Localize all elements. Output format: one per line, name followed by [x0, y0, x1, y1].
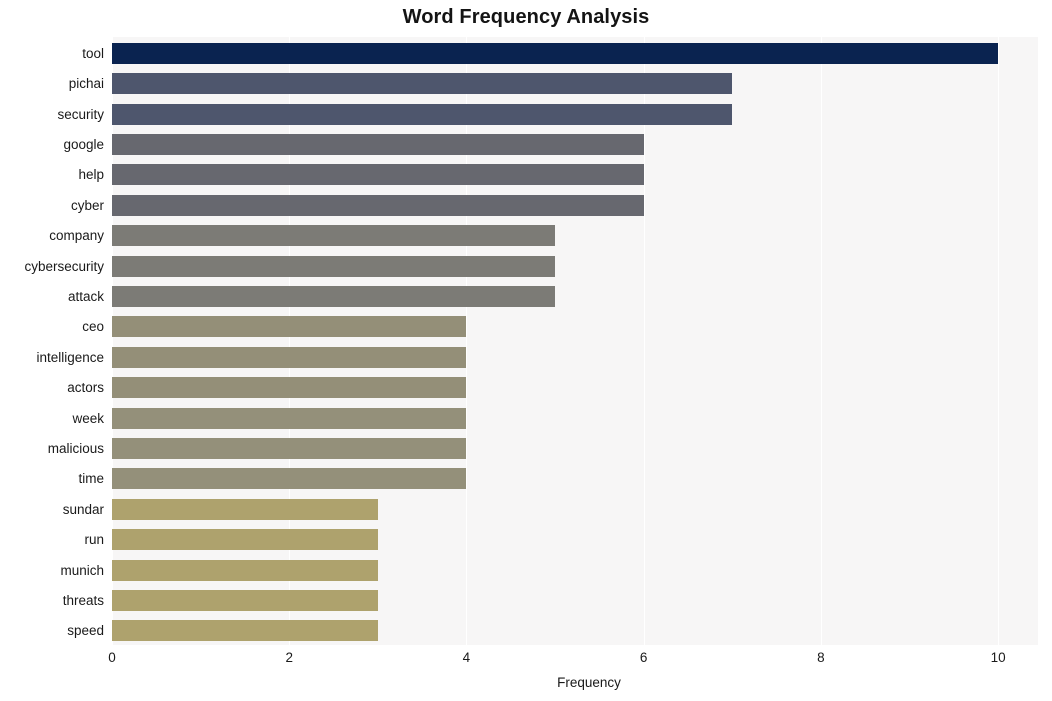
bar-pichai	[112, 73, 733, 95]
bar-row	[112, 468, 1038, 490]
y-tick-attack: attack	[67, 288, 104, 304]
x-axis-title: Frequency	[0, 675, 1052, 690]
bar-run	[112, 529, 378, 551]
x-tick-6: 6	[639, 650, 648, 665]
y-axis-tick-labels: tool pichai security google help cyber company…	[0, 37, 104, 645]
y-tick-tool: tool	[82, 45, 104, 61]
bar-cybersecurity	[112, 255, 556, 277]
y-tick-threats: threats	[62, 592, 104, 608]
bar-actors	[112, 377, 467, 399]
bar-row	[112, 529, 1038, 551]
bar-google	[112, 133, 644, 155]
y-tick-malicious: malicious	[47, 440, 104, 456]
bar-ceo	[112, 316, 467, 338]
bar-threats	[112, 589, 378, 611]
x-tick-10: 10	[990, 650, 1006, 665]
y-tick-week: week	[72, 410, 104, 426]
y-tick-run: run	[84, 532, 104, 548]
bar-cyber	[112, 194, 644, 216]
bar-sundar	[112, 498, 378, 520]
gridline-x-0	[112, 37, 113, 645]
bar-row	[112, 559, 1038, 581]
bar-company	[112, 225, 556, 247]
bar-intelligence	[112, 346, 467, 368]
bar-row	[112, 498, 1038, 520]
x-tick-2: 2	[285, 650, 293, 665]
y-tick-google: google	[63, 136, 104, 152]
bar-row	[112, 225, 1038, 247]
bar-row	[112, 164, 1038, 186]
bar-row	[112, 316, 1038, 338]
x-axis-tick-labels: 0 2 4 6 8 10	[0, 650, 1052, 672]
y-tick-security: security	[57, 106, 104, 122]
bar-row	[112, 255, 1038, 277]
x-tick-4: 4	[462, 650, 471, 665]
x-tick-0: 0	[108, 650, 116, 665]
bar-row	[112, 133, 1038, 155]
y-tick-cybersecurity: cybersecurity	[24, 258, 104, 274]
y-tick-company: company	[49, 228, 104, 244]
gridline-x-10	[998, 37, 1000, 645]
y-tick-intelligence: intelligence	[36, 349, 104, 365]
bar-row	[112, 346, 1038, 368]
gridline-x-6	[643, 37, 645, 645]
bar-row	[112, 285, 1038, 307]
x-tick-8: 8	[817, 650, 825, 665]
gridline-x-8	[820, 37, 822, 645]
bar-speed	[112, 620, 378, 642]
bar-row	[112, 194, 1038, 216]
bar-tool	[112, 42, 999, 64]
x-axis-title-text: Frequency	[557, 675, 621, 690]
bar-week	[112, 407, 467, 429]
bar-attack	[112, 285, 556, 307]
y-tick-sundar: sundar	[62, 501, 104, 517]
y-tick-actors: actors	[67, 380, 104, 396]
word-frequency-chart: Word Frequency Analysis tool pichai securi…	[0, 0, 1052, 701]
bar-row	[112, 437, 1038, 459]
gridline-x-2	[289, 37, 291, 645]
gridline-x-4	[466, 37, 468, 645]
bar-row	[112, 73, 1038, 95]
bar-row	[112, 620, 1038, 642]
y-tick-cyber: cyber	[70, 197, 104, 213]
plot-area	[112, 37, 1038, 645]
bar-malicious	[112, 437, 467, 459]
bar-help	[112, 164, 644, 186]
bar-time	[112, 468, 467, 490]
bar-row	[112, 589, 1038, 611]
bar-row	[112, 377, 1038, 399]
chart-title: Word Frequency Analysis	[402, 6, 650, 28]
y-tick-speed: speed	[67, 623, 104, 639]
bar-munich	[112, 559, 378, 581]
y-tick-munich: munich	[60, 562, 104, 578]
bar-row	[112, 407, 1038, 429]
bar-row	[112, 42, 1038, 64]
bar-row	[112, 103, 1038, 125]
y-tick-ceo: ceo	[82, 319, 104, 335]
y-tick-pichai: pichai	[68, 76, 104, 92]
y-tick-time: time	[78, 471, 104, 487]
y-tick-help: help	[78, 167, 104, 183]
bar-security	[112, 103, 733, 125]
